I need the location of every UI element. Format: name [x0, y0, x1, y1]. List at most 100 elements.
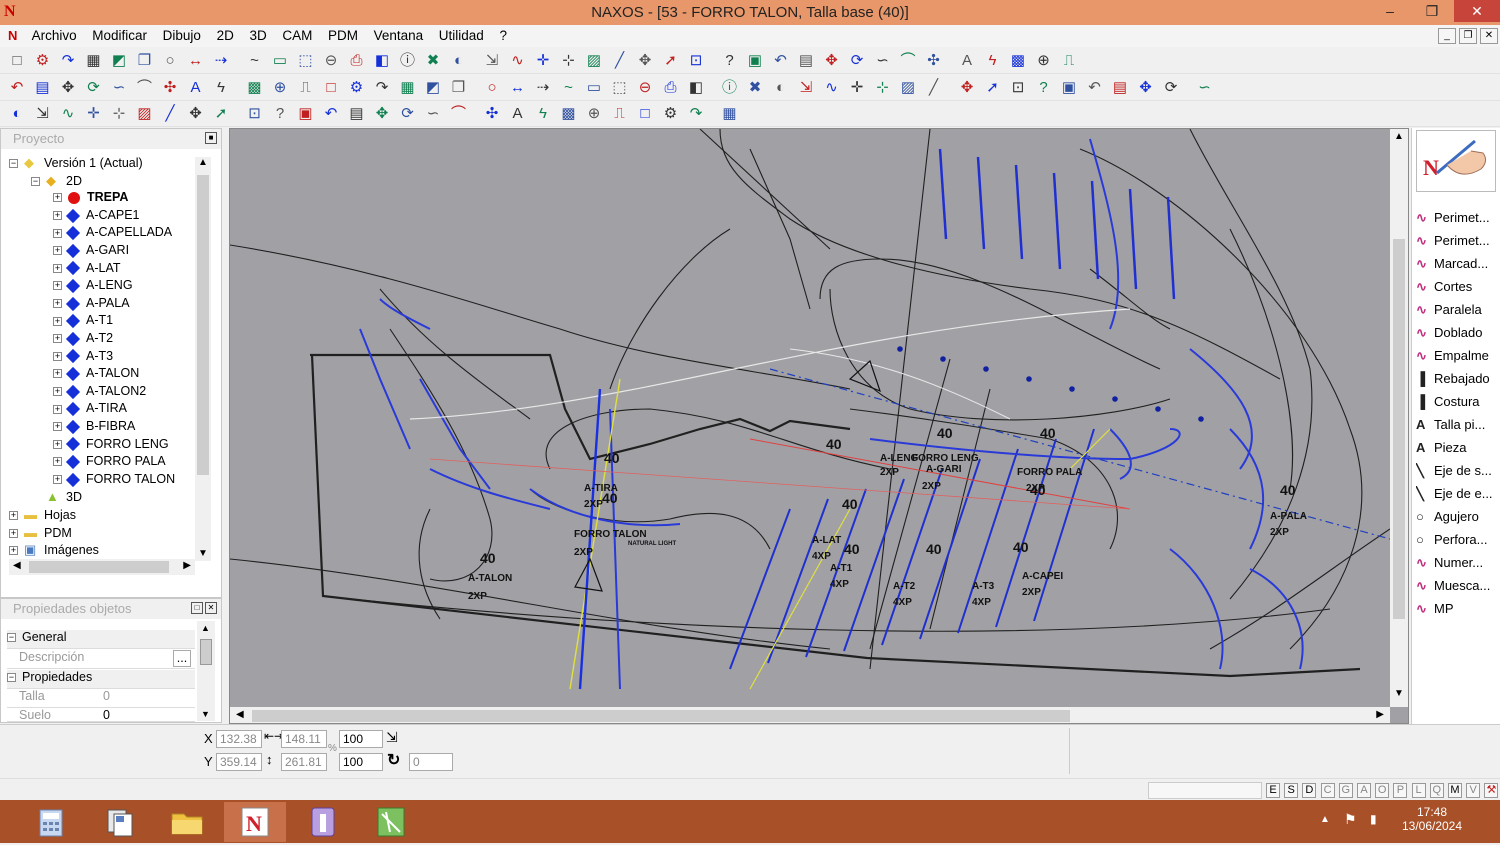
grid-icon[interactable]: ϟ	[212, 79, 230, 97]
expand-toggle-icon[interactable]: +	[53, 351, 62, 361]
expand-toggle-icon[interactable]: +	[53, 439, 62, 449]
hand-pen-icon[interactable]: N	[1416, 130, 1496, 192]
prev-icon[interactable]: ➚	[984, 79, 1002, 97]
canvas-vertical-scrollbar[interactable]: ▲ ▼	[1390, 129, 1408, 707]
menu-3d[interactable]: 3D	[243, 25, 272, 46]
menu-utilidad[interactable]: Utilidad	[433, 25, 490, 46]
file-explorer-icon[interactable]	[156, 802, 218, 842]
tree-item[interactable]: + ▣ Imágenes	[9, 542, 99, 559]
offset-icon[interactable]: ↶	[772, 52, 790, 70]
zoom-out-2-icon[interactable]: ╱	[925, 79, 943, 97]
move-2-icon[interactable]: ✣	[483, 105, 501, 123]
new-file-icon[interactable]: □	[8, 52, 26, 70]
prop-suelo[interactable]: Suelo 0	[7, 708, 195, 722]
tree-item[interactable]: + ▬ Hojas	[9, 507, 76, 524]
order-icon[interactable]: ◐	[772, 79, 790, 97]
blend-icon[interactable]: ↔	[509, 79, 527, 97]
tree-item[interactable]: + A-GARI	[53, 243, 129, 260]
arc-1-icon[interactable]: ↶	[8, 79, 26, 97]
open-folder-icon[interactable]: ⚙	[34, 52, 52, 70]
tree-item[interactable]: + A-LAT	[53, 261, 121, 278]
globe-icon[interactable]: ✥	[1137, 79, 1155, 97]
save-icon[interactable]: ↷	[59, 52, 77, 70]
mark-icon[interactable]: ▤	[797, 52, 815, 70]
tool-cortes[interactable]: ∿ Cortes	[1416, 279, 1500, 301]
expand-toggle-icon[interactable]: −	[31, 176, 40, 186]
tool-talla-pi[interactable]: A Talla pi...	[1416, 417, 1500, 439]
menu-ventana[interactable]: Ventana	[368, 25, 430, 46]
tool-costura[interactable]: ▐ Costura	[1416, 394, 1500, 416]
paste-icon[interactable]: ⊕	[271, 79, 289, 97]
rotate-icon[interactable]: ↻	[387, 750, 400, 770]
zoom-out-icon[interactable]: A	[958, 52, 976, 70]
trim-icon[interactable]: ⚙	[348, 79, 366, 97]
menu-2d[interactable]: 2D	[211, 25, 240, 46]
menu-modificar[interactable]: Modificar	[86, 25, 153, 46]
lock-m-toggle[interactable]: M	[1448, 783, 1462, 798]
props-scrollbar[interactable]: ▲ ▼	[197, 621, 215, 721]
close-x-icon[interactable]: ⊕	[585, 105, 603, 123]
clock[interactable]: 17:48 13/06/2024	[1400, 805, 1464, 833]
image-icon[interactable]: ▤	[1111, 79, 1129, 97]
tool-rebajado[interactable]: ▐ Rebajado	[1416, 371, 1500, 393]
chain-icon[interactable]: ϟ	[534, 105, 552, 123]
measure-icon[interactable]: ➚	[662, 52, 680, 70]
pattern-icon[interactable]: ∽	[874, 52, 892, 70]
menu-help[interactable]: ?	[493, 25, 513, 46]
tool-eje-de-s[interactable]: ╲ Eje de s...	[1416, 463, 1500, 485]
knife-icon[interactable]: ◩	[424, 79, 442, 97]
snap-icon[interactable]: ╱	[611, 52, 629, 70]
tree-hscroll-thumb[interactable]	[29, 561, 169, 573]
expand-toggle-icon[interactable]: +	[53, 475, 62, 484]
back-icon[interactable]: ∿	[823, 79, 841, 97]
scale-y-input[interactable]: 100	[339, 753, 383, 771]
expand-toggle-icon[interactable]: +	[53, 246, 62, 256]
tree-item[interactable]: + ▬ PDM	[9, 525, 72, 542]
polygon-icon[interactable]: ✣	[161, 79, 179, 97]
arrow-left-icon[interactable]: ▣	[297, 105, 315, 123]
tree-item[interactable]: + A-TALON	[53, 366, 139, 383]
zoom-icon[interactable]: ▨	[899, 79, 917, 97]
tree-item[interactable]: + FORRO LENG	[53, 437, 169, 454]
circle-icon[interactable]: ∿	[509, 52, 527, 70]
lock-l-toggle[interactable]: L	[1411, 783, 1426, 798]
expand-toggle-icon[interactable]: +	[53, 228, 62, 238]
expand-toggle-icon[interactable]: +	[9, 546, 18, 556]
explode-icon[interactable]: ⬚	[611, 79, 629, 97]
tray-expand-icon[interactable]: ▲	[1320, 814, 1330, 825]
mdi-minimize-button[interactable]: _	[1438, 28, 1456, 44]
expand-toggle-icon[interactable]: +	[53, 211, 62, 220]
select-icon[interactable]: ⌒	[899, 52, 917, 70]
corner-icon[interactable]: ⇢	[534, 79, 552, 97]
canvas-scroll-right-icon[interactable]: ▶	[1376, 709, 1384, 720]
minimize-button[interactable]: –	[1374, 0, 1406, 22]
tree-item[interactable]: + FORRO TALON	[53, 472, 175, 489]
zoom-window-icon[interactable]: ϟ	[984, 52, 1002, 70]
expand-toggle-icon[interactable]: +	[53, 281, 62, 291]
menu-archivo[interactable]: Archivo	[26, 25, 83, 46]
flip-icon[interactable]: ◧	[687, 79, 705, 97]
front-icon[interactable]: ⇲	[797, 79, 815, 97]
fill-icon[interactable]: ⊡	[687, 52, 705, 70]
node-icon[interactable]: ✥	[636, 52, 654, 70]
ellipsis-button[interactable]: ...	[173, 650, 191, 667]
cloud-icon[interactable]: ⟳	[1162, 79, 1180, 97]
documents-app-icon[interactable]	[88, 802, 150, 842]
redo-icon[interactable]: ○	[161, 52, 179, 70]
arrow-right-icon[interactable]: ▤	[348, 105, 366, 123]
sew-icon[interactable]: ❐	[450, 79, 468, 97]
tool-perimet[interactable]: ∿ Perimet...	[1416, 233, 1500, 255]
center-icon[interactable]: ✥	[958, 79, 976, 97]
compile-icon[interactable]: ▦	[85, 52, 103, 70]
copy-icon[interactable]: ✖	[424, 52, 442, 70]
lock-c-toggle[interactable]: C	[1320, 783, 1335, 798]
menu-dibujo[interactable]: Dibujo	[157, 25, 207, 46]
scale-icon[interactable]: ◧	[373, 52, 391, 70]
app-icon-tall[interactable]	[292, 802, 354, 842]
curve-icon[interactable]: ⇲	[483, 52, 501, 70]
split-2-icon[interactable]: ✥	[187, 105, 205, 123]
corner-2-icon[interactable]: ⇲	[34, 105, 52, 123]
tree-item[interactable]: + A-T2	[53, 331, 113, 348]
angle-input[interactable]: 0	[409, 753, 453, 771]
height-icon[interactable]: ⚙	[662, 105, 680, 123]
